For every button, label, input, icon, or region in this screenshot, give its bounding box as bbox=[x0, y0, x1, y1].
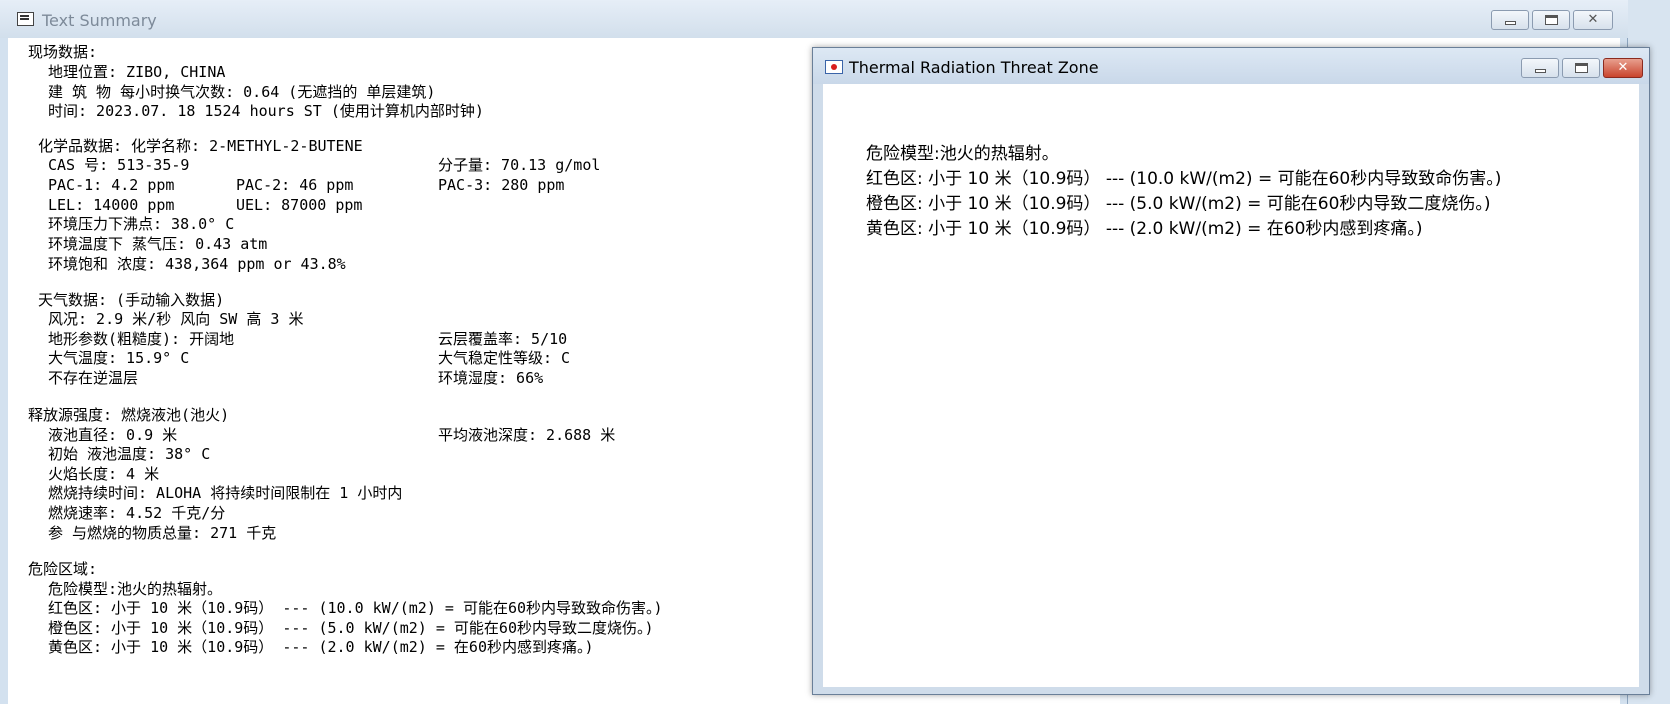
wind: 风况: 2.9 米/秒 风向 SW 高 3 米 bbox=[48, 310, 304, 328]
threat-zone-heading: 危险区域: bbox=[28, 560, 98, 578]
initial-pool-temperature: 初始 液池温度: 38° C bbox=[48, 445, 211, 463]
threat-close-button[interactable] bbox=[1603, 58, 1643, 78]
close-button[interactable] bbox=[1573, 10, 1613, 30]
maximize-button[interactable] bbox=[1532, 10, 1570, 30]
threat-window-title: Thermal Radiation Threat Zone bbox=[849, 58, 1099, 77]
text-summary-titlebar[interactable]: Text Summary bbox=[0, 0, 1628, 38]
site-data-heading: 现场数据: bbox=[28, 43, 98, 61]
threat-minimize-button[interactable] bbox=[1521, 58, 1559, 78]
building: 建 筑 物 每小时换气次数: 0.64 (无遮挡的 单层建筑) bbox=[48, 83, 436, 101]
threat-maximize-button[interactable] bbox=[1562, 58, 1600, 78]
uel: UEL: 87000 ppm bbox=[236, 196, 363, 214]
threat-window-model: 危险模型:池火的热辐射。 bbox=[866, 144, 1059, 164]
pac-3: PAC-3: 280 ppm bbox=[438, 176, 565, 194]
threat-zone-icon bbox=[825, 60, 843, 74]
yellow-zone: 黄色区: 小于 10 米（10.9码） --- (2.0 kW/(m2) = 在… bbox=[48, 638, 594, 656]
total-burned: 参 与燃烧的物质总量: 271 千克 bbox=[48, 524, 277, 542]
red-zone: 红色区: 小于 10 米（10.9码） --- (10.0 kW/(m2) = … bbox=[48, 599, 663, 617]
molecular-weight: 分子量: 70.13 g/mol bbox=[438, 156, 601, 174]
threat-window-red-zone: 红色区: 小于 10 米（10.9码） --- (10.0 kW/(m2) = … bbox=[866, 169, 1502, 189]
text-summary-icon bbox=[17, 12, 34, 26]
average-pool-depth: 平均液池深度: 2.688 米 bbox=[438, 426, 616, 444]
cloud-cover: 云层覆盖率: 5/10 bbox=[438, 330, 568, 348]
threat-zone-window: Thermal Radiation Threat Zone 危险模型:池火的热辐… bbox=[812, 47, 1650, 695]
minimize-button[interactable] bbox=[1491, 10, 1529, 30]
flame-length: 火焰长度: 4 米 bbox=[48, 465, 160, 483]
cas-number: CAS 号: 513-35-9 bbox=[48, 156, 190, 174]
pool-diameter: 液池直径: 0.9 米 bbox=[48, 426, 178, 444]
burn-duration: 燃烧持续时间: ALOHA 将持续时间限制在 1 小时内 bbox=[48, 484, 403, 502]
threat-zone-text: 危险模型:池火的热辐射。 红色区: 小于 10 米（10.9码） --- (10… bbox=[866, 142, 1501, 242]
humidity: 环境湿度: 66% bbox=[438, 369, 544, 387]
weather-data-heading: 天气数据: (手动输入数据) bbox=[38, 291, 225, 309]
air-temperature: 大气温度: 15.9° C bbox=[48, 349, 190, 367]
pac-2: PAC-2: 46 ppm bbox=[236, 176, 354, 194]
inversion: 不存在逆温层 bbox=[48, 369, 139, 387]
source-strength-heading: 释放源强度: 燃烧液池(池火) bbox=[28, 406, 230, 424]
saturation-concentration: 环境饱和 浓度: 438,364 ppm or 43.8% bbox=[48, 255, 346, 273]
orange-zone: 橙色区: 小于 10 米（10.9码） --- (5.0 kW/(m2) = 可… bbox=[48, 619, 654, 637]
threat-window-orange-zone: 橙色区: 小于 10 米（10.9码） --- (5.0 kW/(m2) = 可… bbox=[866, 194, 1491, 214]
terrain: 地形参数(粗糙度): 开阔地 bbox=[48, 330, 235, 348]
vapor-pressure: 环境温度下 蒸气压: 0.43 atm bbox=[48, 235, 268, 253]
lel: LEL: 14000 ppm bbox=[48, 196, 175, 214]
threat-zone-content[interactable]: 危险模型:池火的热辐射。 红色区: 小于 10 米（10.9码） --- (10… bbox=[823, 84, 1639, 687]
pac-1: PAC-1: 4.2 ppm bbox=[48, 176, 175, 194]
stability-class: 大气稳定性等级: C bbox=[438, 349, 571, 367]
chemical-data-heading: 化学品数据: 化学名称: 2-METHYL-2-BUTENE bbox=[38, 137, 363, 155]
threat-caption-buttons bbox=[1521, 58, 1643, 78]
time: 时间: 2023.07. 18 1524 hours ST (使用计算机内部时钟… bbox=[48, 102, 484, 120]
threat-model: 危险模型:池火的热辐射。 bbox=[48, 580, 223, 598]
burn-rate: 燃烧速率: 4.52 千克/分 bbox=[48, 504, 226, 522]
caption-buttons bbox=[1491, 10, 1613, 30]
threat-window-yellow-zone: 黄色区: 小于 10 米（10.9码） --- (2.0 kW/(m2) = 在… bbox=[866, 219, 1423, 239]
threat-zone-titlebar[interactable]: Thermal Radiation Threat Zone bbox=[813, 48, 1649, 84]
window-title: Text Summary bbox=[42, 11, 157, 30]
location: 地理位置: ZIBO, CHINA bbox=[48, 63, 226, 81]
boiling-point: 环境压力下沸点: 38.0° C bbox=[48, 215, 235, 233]
